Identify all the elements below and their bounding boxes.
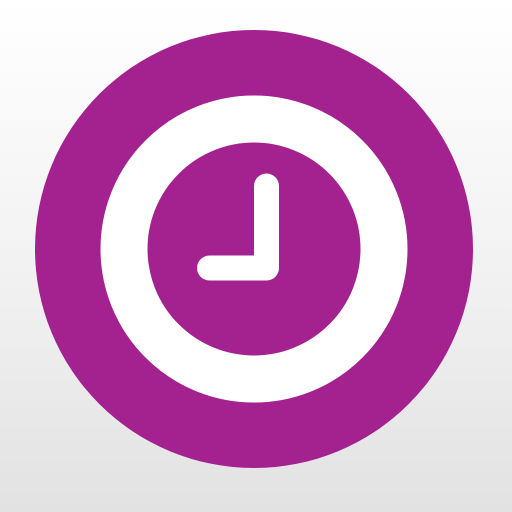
app-icon-tile [0, 0, 512, 512]
clock-icon[interactable] [0, 0, 512, 512]
